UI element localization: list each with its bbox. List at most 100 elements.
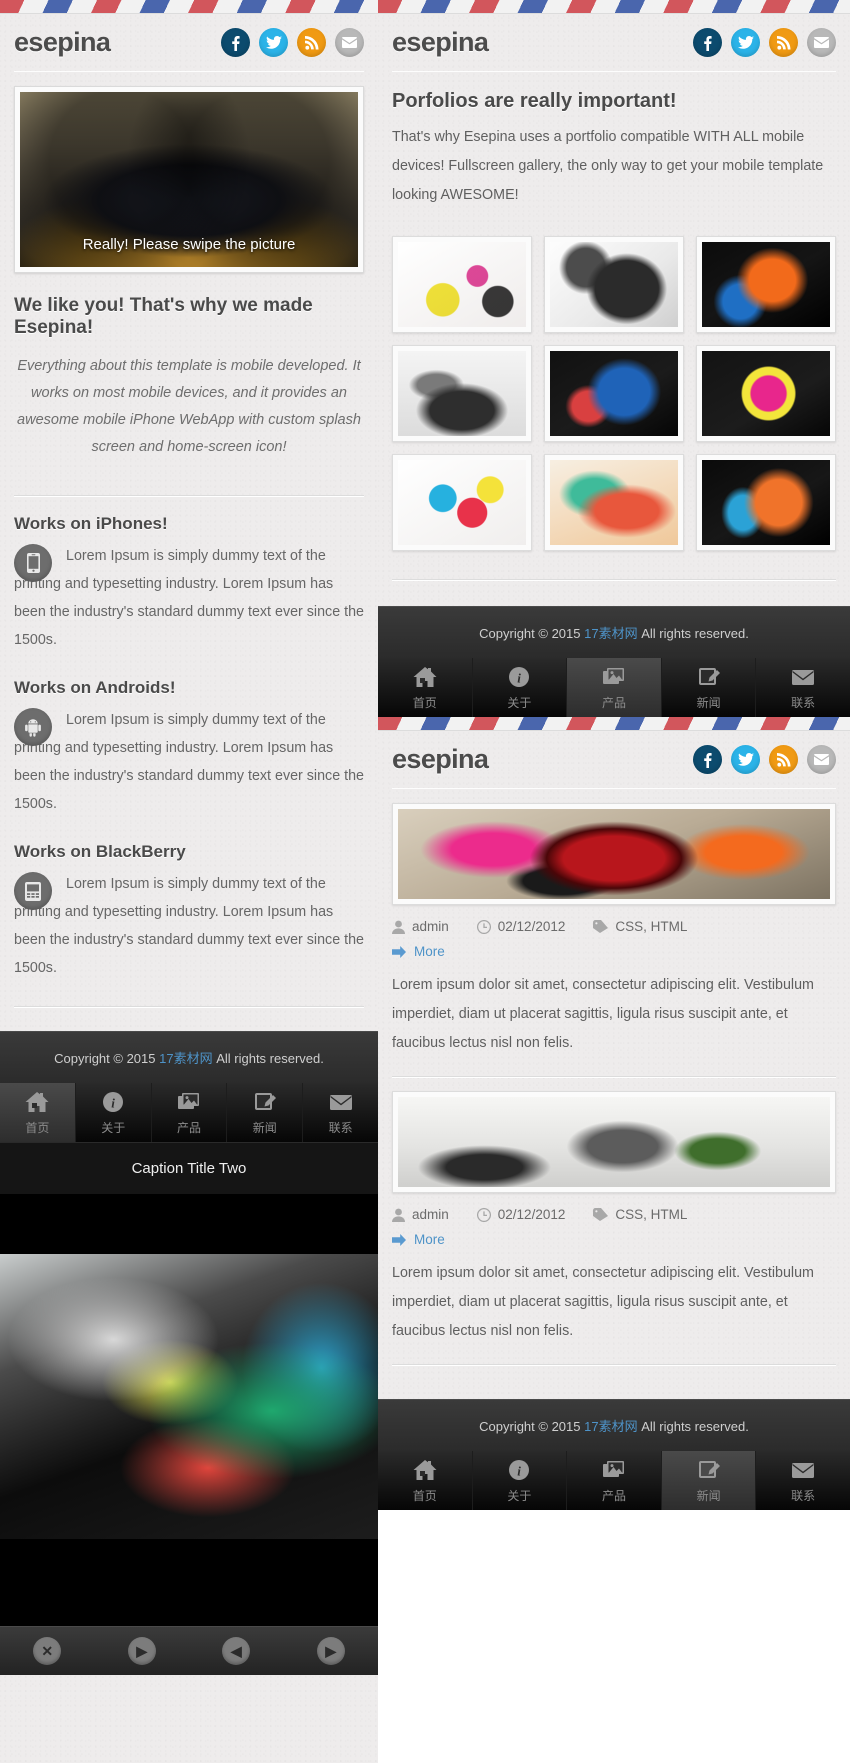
- svg-text:i: i: [518, 1464, 522, 1479]
- home-intro: Everything about this template is mobile…: [17, 358, 361, 455]
- thumb-image: [550, 460, 678, 545]
- gallery-fullscreen-image[interactable]: [0, 1254, 378, 1539]
- right-device-screens: esepina Porfolios are really important! …: [378, 0, 850, 1763]
- portfolio-screen: esepina Porfolios are really important! …: [378, 0, 850, 717]
- nav-item-about[interactable]: i 关于: [76, 1083, 152, 1142]
- portfolio-thumb-4[interactable]: [392, 345, 532, 442]
- nav-item-news[interactable]: 新闻: [661, 1451, 757, 1510]
- nav-label-home: 首页: [25, 1121, 50, 1135]
- nav-item-news[interactable]: 新闻: [662, 658, 757, 717]
- nav-item-about[interactable]: i 关于: [473, 1451, 568, 1510]
- nav-label-news: 新闻: [696, 1489, 721, 1503]
- footer-link[interactable]: 17素材网: [159, 1051, 212, 1066]
- site-logo[interactable]: esepina: [392, 744, 489, 775]
- post-author: admin: [392, 1207, 449, 1222]
- portfolio-thumb-7[interactable]: [392, 454, 532, 551]
- post-date: 02/12/2012: [476, 1207, 565, 1222]
- slider-image[interactable]: Really! Please swipe the picture: [20, 92, 358, 267]
- nav-item-about[interactable]: i 关于: [473, 658, 568, 717]
- facebook-icon[interactable]: [221, 28, 250, 57]
- post-date-value: 02/12/2012: [497, 919, 566, 934]
- next-arrow-icon: ▶: [316, 1637, 345, 1665]
- nav-item-contact[interactable]: 联系: [756, 658, 850, 717]
- feature-text-blackberry: Lorem Ipsum is simply dummy text of the …: [14, 876, 365, 976]
- site-logo[interactable]: esepina: [14, 27, 111, 58]
- rss-icon[interactable]: [297, 28, 326, 57]
- gallery-close[interactable]: ✕: [0, 1637, 95, 1665]
- nav-item-contact[interactable]: 联系: [756, 1451, 850, 1510]
- footer-link[interactable]: 17素材网: [584, 626, 637, 641]
- feature-text-android: Lorem Ipsum is simply dummy text of the …: [14, 712, 365, 812]
- picture-icon: [567, 665, 661, 691]
- nav-label-contact: 联系: [328, 1121, 353, 1135]
- nav-label-products: 产品: [176, 1121, 201, 1135]
- nav-label-about: 关于: [507, 696, 532, 710]
- gallery-prev[interactable]: ◀: [189, 1637, 284, 1665]
- tag-icon: [593, 920, 609, 933]
- nav-label-news: 新闻: [252, 1121, 277, 1135]
- copyright-suffix: All rights reserved.: [637, 1419, 749, 1434]
- nav-item-home[interactable]: 首页: [378, 1451, 473, 1510]
- portfolio-intro: That's why Esepina uses a portfolio comp…: [392, 129, 824, 203]
- user-icon: [392, 1208, 405, 1222]
- facebook-icon[interactable]: [693, 745, 722, 774]
- twitter-icon[interactable]: [259, 28, 288, 57]
- post-image-frame[interactable]: [392, 803, 836, 905]
- post-body: Lorem ipsum dolor sit amet, consectetur …: [392, 1265, 814, 1339]
- portfolio-thumb-8[interactable]: [544, 454, 684, 551]
- thumb-image: [702, 351, 830, 436]
- mail-icon[interactable]: [807, 28, 836, 57]
- post-image: [398, 1097, 830, 1187]
- social-links: [693, 28, 836, 57]
- nav-label-home: 首页: [412, 696, 437, 710]
- gallery-play[interactable]: ▶: [95, 1637, 190, 1665]
- home-icon: [378, 1458, 472, 1484]
- portfolio-heading: Porfolios are really important!: [392, 90, 677, 112]
- tag-icon: [593, 1208, 609, 1221]
- portfolio-thumb-6[interactable]: [696, 345, 836, 442]
- copyright-suffix: All rights reserved.: [637, 626, 749, 641]
- nav-item-contact[interactable]: 联系: [303, 1083, 378, 1142]
- rss-icon[interactable]: [769, 28, 798, 57]
- pencil-icon: [227, 1090, 302, 1116]
- blog-screen: esepina admin 02/12/2012 CSS, HTML More …: [378, 717, 850, 1510]
- airmail-stripes: [378, 0, 850, 14]
- airmail-stripes: [0, 0, 378, 14]
- portfolio-thumb-3[interactable]: [696, 236, 836, 333]
- twitter-icon[interactable]: [731, 28, 760, 57]
- site-logo[interactable]: esepina: [392, 27, 489, 58]
- nav-item-news[interactable]: 新闻: [227, 1083, 304, 1142]
- nav-item-products[interactable]: 产品: [567, 658, 662, 717]
- mail-icon[interactable]: [807, 745, 836, 774]
- footer-link[interactable]: 17素材网: [584, 1419, 637, 1434]
- svg-text:i: i: [518, 671, 522, 686]
- portfolio-thumb-5[interactable]: [544, 345, 684, 442]
- copyright-prefix: Copyright © 2015: [54, 1051, 160, 1066]
- post-more-link[interactable]: More: [392, 934, 836, 959]
- slider-frame[interactable]: Really! Please swipe the picture: [14, 86, 364, 273]
- twitter-icon[interactable]: [731, 745, 760, 774]
- nav-item-home[interactable]: 首页: [378, 658, 473, 717]
- home-icon: [0, 1090, 75, 1116]
- mail-icon: [303, 1090, 378, 1116]
- portfolio-thumb-9[interactable]: [696, 454, 836, 551]
- post-image-frame[interactable]: [392, 1091, 836, 1193]
- nav-item-products[interactable]: 产品: [567, 1451, 662, 1510]
- nav-item-home[interactable]: 首页: [0, 1083, 76, 1142]
- post-more-link[interactable]: More: [392, 1222, 836, 1247]
- header-left: esepina: [0, 14, 378, 71]
- post-tags-value: CSS, HTML: [615, 919, 688, 934]
- nav-item-products[interactable]: 产品: [152, 1083, 228, 1142]
- android-icon: [14, 708, 52, 746]
- feature-blackberry: Lorem Ipsum is simply dummy text of the …: [0, 870, 378, 988]
- mail-icon: [756, 665, 850, 691]
- portfolio-thumb-1[interactable]: [392, 236, 532, 333]
- nav-label-news: 新闻: [696, 696, 721, 710]
- post-meta: admin 02/12/2012 CSS, HTML: [392, 1193, 836, 1222]
- header-divider: [14, 71, 364, 72]
- rss-icon[interactable]: [769, 745, 798, 774]
- mail-icon[interactable]: [335, 28, 364, 57]
- facebook-icon[interactable]: [693, 28, 722, 57]
- portfolio-thumb-2[interactable]: [544, 236, 684, 333]
- gallery-next[interactable]: ▶: [284, 1637, 379, 1665]
